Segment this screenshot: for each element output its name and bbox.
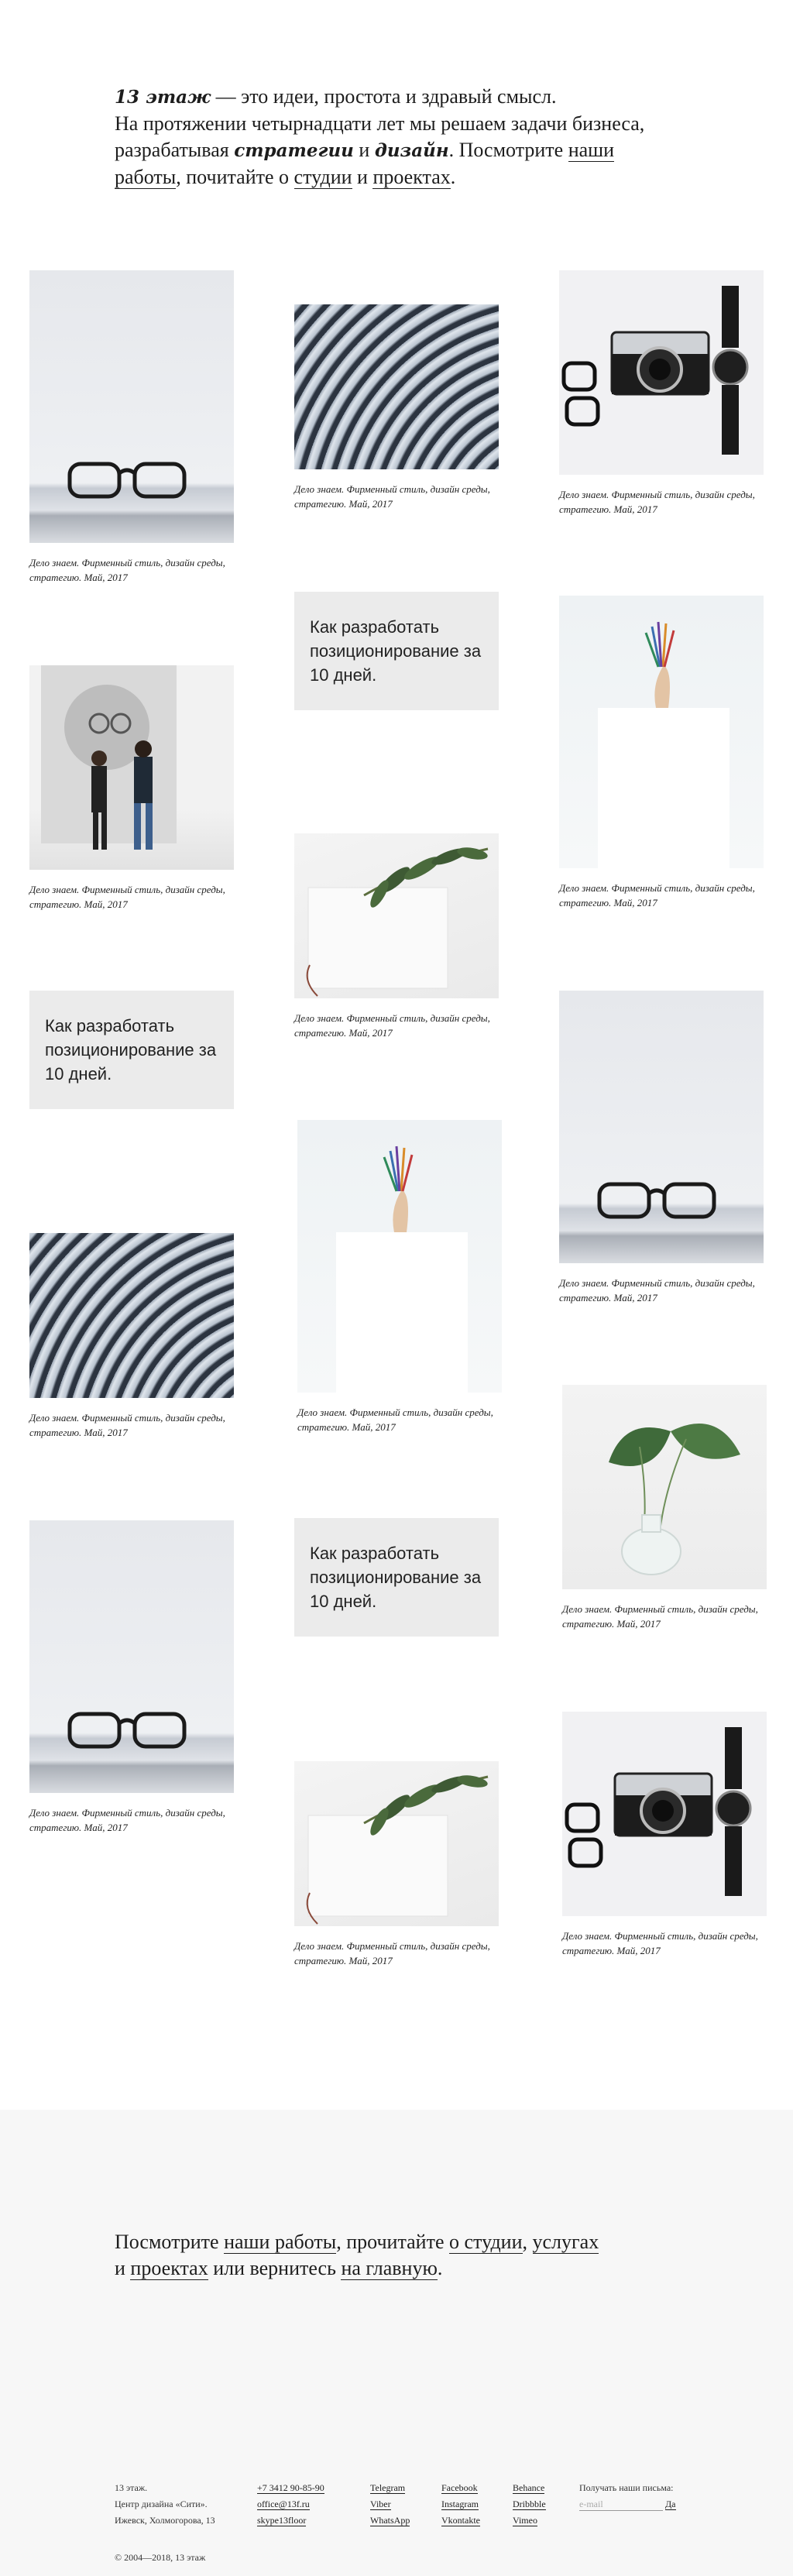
studio-link[interactable]: студии [294,166,352,189]
email-link[interactable]: office@13f.ru [257,2499,310,2510]
project-card[interactable]: Дело знаем. Фирменный стиль, дизайн сред… [559,270,764,517]
article-card[interactable]: Как разработать позиционирование за 10 д… [294,592,499,710]
pencils-image [559,596,764,868]
footer-portfolio: Behance Dribbble Vimeo [513,2480,546,2529]
gallery-people-image [29,665,234,870]
card-caption: Дело знаем. Фирменный стиль, дизайн сред… [559,1277,755,1303]
card-caption: Дело знаем. Фирменный стиль, дизайн сред… [294,483,490,510]
card-caption: Дело знаем. Фирменный стиль, дизайн сред… [294,1940,490,1966]
pencils-image [297,1120,502,1393]
bottom-text: или вернитесь [208,2257,342,2279]
card-caption: Дело знаем. Фирменный стиль, дизайн сред… [294,1012,490,1039]
footer-social: Facebook Instagram Vkontakte [441,2480,480,2529]
newsletter-email-input[interactable] [579,2499,663,2511]
card-caption: Дело знаем. Фирменный стиль, дизайн сред… [562,1603,758,1630]
home-link[interactable]: на главную [341,2257,438,2280]
intro-and: и [353,139,375,161]
bottom-text: , прочитайте [336,2231,450,2253]
article-title: Как разработать позиционирование за 10 д… [45,1016,217,1084]
address-line: Центр дизайна «Сити». [115,2499,208,2509]
card-caption: Дело знаем. Фирменный стиль, дизайн сред… [559,882,755,908]
phone-link[interactable]: +7 3412 90-85-90 [257,2482,324,2494]
glasses-image [29,1520,234,1793]
projects-link[interactable]: проектах [372,166,451,189]
intro-text: 13 этаж — это идеи, простота и здравый с… [115,84,657,191]
vimeo-link[interactable]: Vimeo [513,2515,537,2526]
footer-contacts: +7 3412 90-85-90 office@13f.ru skype13fl… [257,2480,324,2529]
intro-dash-text: — это идеи, простота и здравый смысл. [211,85,557,108]
project-card[interactable]: Дело знаем. Фирменный стиль, дизайн сред… [29,270,234,585]
project-card[interactable]: Дело знаем. Фирменный стиль, дизайн сред… [294,833,499,1040]
architecture-image [29,1233,234,1398]
card-caption: Дело знаем. Фирменный стиль, дизайн сред… [29,1412,225,1438]
studio-link[interactable]: о студии [449,2231,523,2254]
project-card[interactable]: Дело знаем. Фирменный стиль, дизайн сред… [562,1712,767,1958]
bottom-text: и [115,2257,131,2279]
article-card[interactable]: Как разработать позиционирование за 10 д… [29,991,234,1109]
project-card[interactable]: Дело знаем. Фирменный стиль, дизайн сред… [559,991,764,1305]
page: 13 этаж — это идеи, простота и здравый с… [0,0,793,2576]
card-caption: Дело знаем. Фирменный стиль, дизайн сред… [29,884,225,910]
article-title: Как разработать позиционирование за 10 д… [310,617,482,685]
newsletter: Получать наши письма: Да [579,2480,676,2512]
footer-messengers: Telegram Viber WhatsApp [370,2480,410,2529]
services-link[interactable]: услугах [532,2231,599,2254]
camera-image [559,270,764,475]
card-caption: Дело знаем. Фирменный стиль, дизайн сред… [559,489,755,515]
card-caption: Дело знаем. Фирменный стиль, дизайн сред… [29,1807,225,1833]
viber-link[interactable]: Viber [370,2499,391,2510]
bottom-text: , [522,2231,533,2253]
behance-link[interactable]: Behance [513,2482,545,2494]
copyright: © 2004—2018, 13 этаж [115,2552,206,2563]
works-link[interactable]: наши работы [224,2231,337,2254]
footer-address: 13 этаж. Центр дизайна «Сити». Ижевск, Х… [115,2480,215,2529]
project-card[interactable]: Дело знаем. Фирменный стиль, дизайн сред… [29,1233,234,1440]
address-line: 13 этаж. [115,2482,148,2493]
camera-image [562,1712,767,1916]
card-caption: Дело знаем. Фирменный стиль, дизайн сред… [297,1406,493,1433]
intro-look: . Посмотрите [448,139,568,161]
project-card[interactable]: Дело знаем. Фирменный стиль, дизайн сред… [297,1120,502,1434]
article-card[interactable]: Как разработать позиционирование за 10 д… [294,1518,499,1637]
project-card[interactable]: Дело знаем. Фирменный стиль, дизайн сред… [29,665,234,912]
telegram-link[interactable]: Telegram [370,2482,406,2494]
glasses-image [29,270,234,543]
card-caption: Дело знаем. Фирменный стиль, дизайн сред… [29,557,225,583]
intro-and2: и [352,166,373,188]
glasses-image [559,991,764,1263]
intro-read: , почитайте о [176,166,294,188]
project-card[interactable]: Дело знаем. Фирменный стиль, дизайн сред… [294,304,499,511]
architecture-image [294,304,499,469]
skype-link[interactable]: skype13floor [257,2515,307,2526]
strategies-word: стратегии [234,140,354,161]
branch-image [294,1761,499,1926]
newsletter-submit-link[interactable]: Да [665,2499,676,2510]
bottom-navigation-text: Посмотрите наши работы, прочитайте о сту… [115,2229,672,2282]
projects-link[interactable]: проектах [130,2257,208,2280]
bottom-text: Посмотрите [115,2231,225,2253]
brand-name: 13 этаж [115,87,211,108]
project-card[interactable]: Дело знаем. Фирменный стиль, дизайн сред… [29,1520,234,1835]
address-line: Ижевск, Холмогорова, 13 [115,2515,215,2526]
project-card[interactable]: Дело знаем. Фирменный стиль, дизайн сред… [294,1761,499,1968]
facebook-link[interactable]: Facebook [441,2482,478,2494]
vkontakte-link[interactable]: Vkontakte [441,2515,480,2526]
whatsapp-link[interactable]: WhatsApp [370,2515,410,2526]
branch-image [294,833,499,998]
bottom-section: Посмотрите наши работы, прочитайте о сту… [0,2110,793,2576]
card-caption: Дело знаем. Фирменный стиль, дизайн сред… [562,1930,758,1956]
design-word: дизайн [374,140,449,161]
project-card[interactable]: Дело знаем. Фирменный стиль, дизайн сред… [559,596,764,910]
instagram-link[interactable]: Instagram [441,2499,479,2510]
dribbble-link[interactable]: Dribbble [513,2499,546,2510]
newsletter-label: Получать наши письма: [579,2482,674,2493]
plant-image [562,1385,767,1589]
bottom-text: . [437,2257,443,2279]
article-title: Как разработать позиционирование за 10 д… [310,1544,482,1611]
project-card[interactable]: Дело знаем. Фирменный стиль, дизайн сред… [562,1385,767,1631]
intro-end: . [450,166,456,188]
